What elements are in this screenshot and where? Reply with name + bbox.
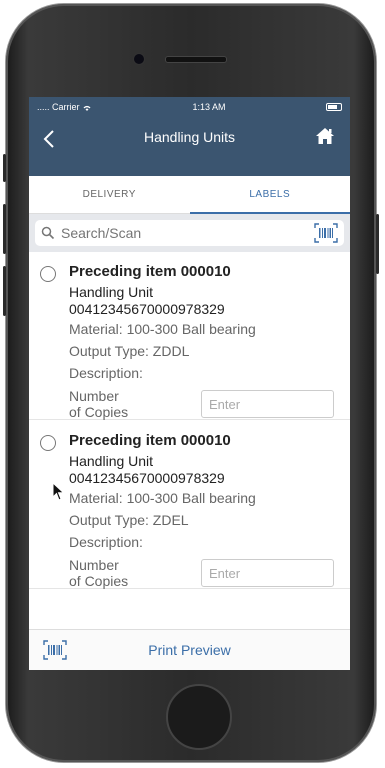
copies-input[interactable]: Enter: [201, 390, 334, 418]
status-time: 1:13 AM: [192, 102, 226, 112]
volume-up-button: [3, 204, 6, 254]
select-radio[interactable]: [40, 266, 56, 282]
front-camera: [133, 53, 145, 65]
hu-number: 00412345670000978329: [69, 470, 225, 486]
material-text: Material: 100-300 Ball bearing: [69, 321, 256, 337]
hu-number: 00412345670000978329: [69, 301, 225, 317]
status-bar: ..... Carrier 1:13 AM: [29, 97, 350, 117]
select-radio[interactable]: [40, 435, 56, 451]
cursor-icon: [52, 482, 65, 501]
tab-delivery[interactable]: DELIVERY: [29, 176, 190, 213]
back-chevron-icon[interactable]: [43, 129, 55, 153]
battery-icon: [326, 103, 342, 111]
hu-label: Handling Unit: [69, 284, 154, 300]
barcode-scan-icon[interactable]: [314, 223, 338, 243]
list-item: Preceding item 000010 Handling Unit 0041…: [29, 420, 350, 589]
handling-unit-list: Preceding item 000010 Handling Unit 0041…: [29, 251, 350, 630]
search-icon: [41, 226, 55, 240]
tab-bar: DELIVERY LABELS: [29, 176, 350, 214]
tab-labels[interactable]: LABELS: [189, 176, 351, 214]
mute-switch: [3, 154, 6, 182]
print-preview-button[interactable]: Print Preview: [67, 642, 312, 658]
earpiece-speaker: [165, 56, 227, 63]
home-hardware-button[interactable]: [166, 684, 232, 750]
copies-label: Number of Copies: [69, 557, 129, 589]
nav-bar: Handling Units: [29, 117, 350, 176]
output-type-text: Output Type: ZDEL: [69, 512, 189, 528]
wifi-icon: [83, 105, 91, 111]
barcode-scan-icon[interactable]: [43, 640, 67, 660]
copies-label: Number of Copies: [69, 388, 129, 420]
carrier-label: ..... Carrier: [37, 102, 92, 112]
item-heading: Preceding item 000010: [69, 432, 231, 449]
item-heading: Preceding item 000010: [69, 263, 231, 280]
copies-row: Number of Copies Enter: [69, 388, 342, 420]
page-title: Handling Units: [143, 128, 236, 145]
home-icon[interactable]: [314, 125, 336, 147]
description-text: Description:: [69, 365, 143, 381]
bottom-toolbar: Print Preview: [29, 629, 350, 670]
app-screen: ..... Carrier 1:13 AM Handling Units DEL…: [29, 97, 350, 670]
output-type-text: Output Type: ZDDL: [69, 343, 190, 359]
search-input[interactable]: [59, 224, 314, 242]
hu-label: Handling Unit: [69, 453, 154, 469]
list-item: Preceding item 000010 Handling Unit 0041…: [29, 251, 350, 420]
copies-row: Number of Copies Enter: [69, 557, 342, 589]
description-text: Description:: [69, 534, 143, 550]
search-field-container: [35, 220, 344, 246]
search-bar: [29, 214, 350, 252]
power-button: [376, 214, 379, 274]
material-text: Material: 100-300 Ball bearing: [69, 490, 256, 506]
volume-down-button: [3, 266, 6, 316]
copies-input[interactable]: Enter: [201, 559, 334, 587]
